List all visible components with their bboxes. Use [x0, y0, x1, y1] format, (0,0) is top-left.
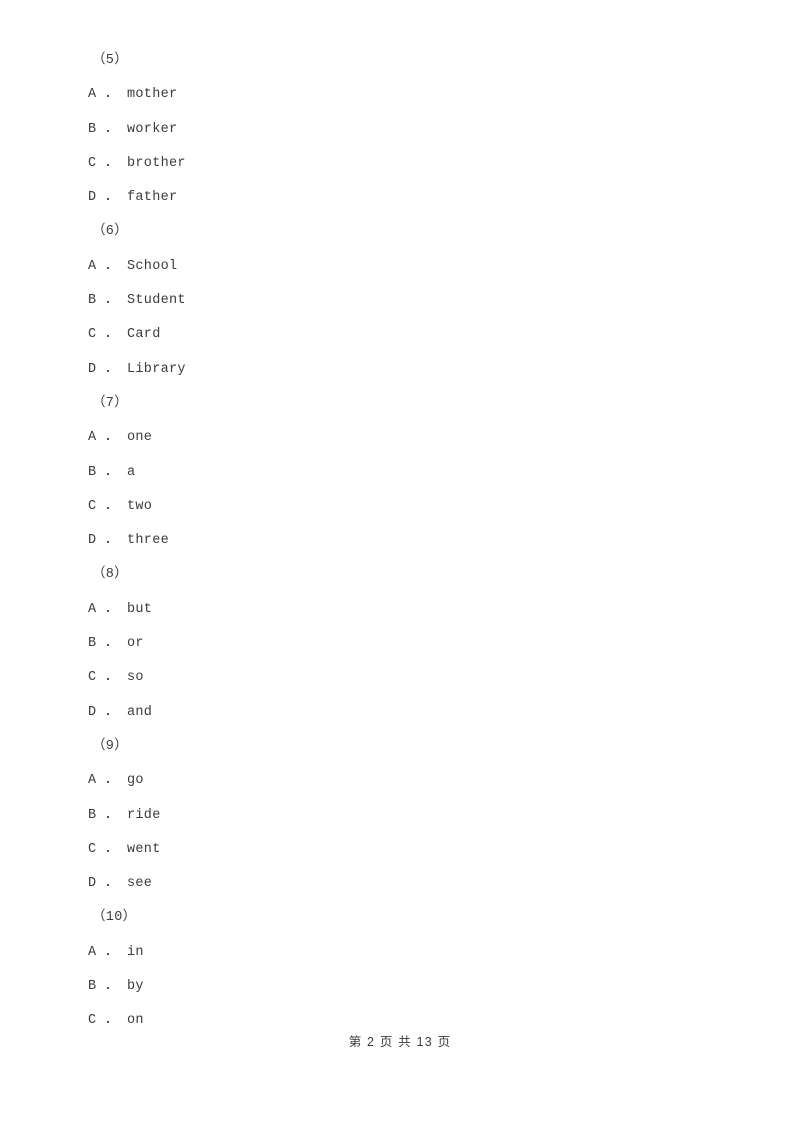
- answer-option: D ． Library: [88, 361, 186, 377]
- answer-option: B ． ride: [88, 807, 161, 823]
- answer-option: B ． or: [88, 636, 144, 652]
- answer-option: A ． in: [88, 944, 144, 960]
- question-number: （10）: [92, 910, 137, 926]
- question-number: （9）: [92, 738, 129, 754]
- question-number: （6）: [92, 224, 129, 240]
- answer-option: B ． worker: [88, 121, 178, 137]
- answer-option: D ． three: [88, 533, 170, 549]
- question-number: （5）: [92, 53, 129, 68]
- answer-option: C ． two: [88, 498, 153, 514]
- answer-option: A ． School: [88, 258, 178, 274]
- answer-option: B ． by: [88, 979, 144, 995]
- answer-option: D ． see: [88, 876, 153, 892]
- answer-option: C ． went: [88, 841, 161, 857]
- page-footer: 第 2 页 共 13 页: [348, 1035, 452, 1049]
- answer-option: A ． but: [88, 601, 153, 617]
- question-number: （7）: [92, 395, 129, 411]
- answer-option: A ． one: [88, 430, 153, 446]
- answer-option: C ． so: [88, 670, 144, 686]
- answer-option: D ． and: [88, 704, 153, 720]
- answer-option: B ． a: [88, 464, 136, 480]
- question-options-list: （5） A ． mother B ． worker C ． brother D ． fa…: [88, 44, 688, 1039]
- document-page: （5） A ． mother B ． worker C ． brother D ． fa…: [0, 0, 800, 1132]
- answer-option: A ． mother: [88, 87, 178, 103]
- answer-option: D ． father: [88, 190, 178, 206]
- question-number: （8）: [92, 567, 129, 583]
- answer-option: C ． brother: [88, 155, 186, 171]
- answer-option: B ． Student: [88, 293, 186, 309]
- answer-option: C ． Card: [88, 327, 161, 343]
- answer-option: A ． go: [88, 773, 144, 789]
